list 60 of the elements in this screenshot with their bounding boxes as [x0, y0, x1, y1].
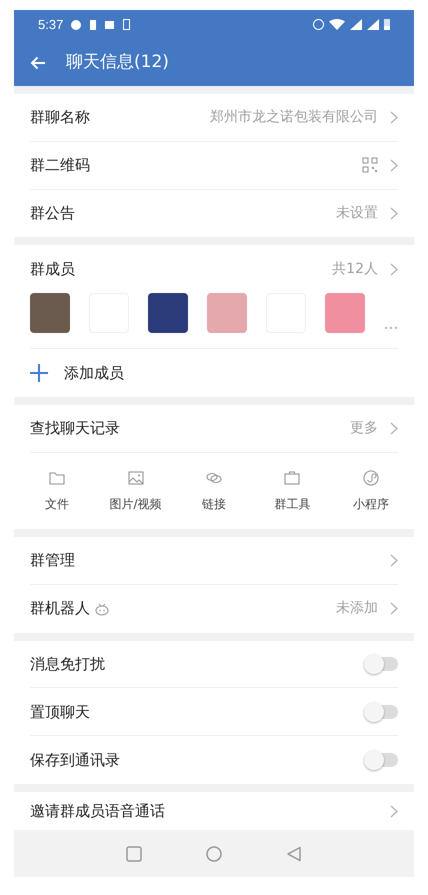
row-label[interactable]: 邀请群成员语音通话 — [30, 800, 165, 822]
add-member-row[interactable]: 添加成员 — [30, 349, 398, 398]
alarm-icon — [313, 19, 324, 30]
row-label: 保存到通讯录 — [30, 750, 120, 772]
add-member-label: 添加成员 — [64, 362, 124, 384]
row-label: 置顶聊天 — [30, 702, 90, 723]
battery-icon — [384, 19, 390, 30]
square-icon[interactable] — [126, 846, 142, 862]
row-label: 群聊名称 — [30, 107, 90, 128]
triangle-icon[interactable] — [286, 846, 302, 862]
toggle-switch[interactable] — [364, 657, 398, 672]
tool-shortcut[interactable]: 文件 — [25, 468, 90, 513]
briefcase-icon — [283, 468, 302, 487]
settings-row[interactable]: 群二维码 — [30, 142, 398, 190]
circle-icon[interactable] — [206, 846, 222, 862]
member-count: 共12人 — [332, 260, 378, 279]
row-label: 群机器人 — [30, 598, 90, 620]
row-value: 未设置 — [336, 204, 378, 224]
settings-row[interactable]: 消息免打扰 — [30, 640, 398, 688]
tool-label: 文件 — [45, 496, 70, 513]
chevron-icon — [390, 602, 398, 616]
row-label: 消息免打扰 — [30, 654, 105, 675]
chevron-icon — [390, 207, 398, 220]
phone-icon — [123, 19, 130, 30]
tool-label: 群工具 — [274, 496, 310, 513]
row-label: 群管理 — [30, 550, 75, 571]
toggle-switch[interactable] — [364, 704, 398, 719]
row-label: 群公告 — [30, 203, 75, 224]
tool-shortcut[interactable]: 图片/视频 — [104, 468, 168, 513]
tool-shortcut[interactable]: 链接 — [182, 468, 246, 513]
settings-row[interactable]: 群公告 未设置 — [30, 190, 398, 238]
qr-code-icon — [362, 157, 378, 174]
signal-icon — [367, 19, 379, 30]
row-label: 群成员 — [30, 259, 75, 280]
chevron-icon — [390, 158, 398, 172]
page-title: 聊天信息(12) — [66, 51, 169, 74]
status-time: 5:37 — [38, 16, 64, 34]
row-label: 查找聊天记录 — [30, 418, 120, 440]
avatar-placeholder[interactable] — [148, 293, 188, 334]
signal-icon — [350, 19, 362, 30]
chevron-icon — [390, 262, 398, 276]
row-label: 群二维码 — [30, 154, 90, 176]
tool-label: 图片/视频 — [110, 496, 162, 513]
plus-icon — [30, 364, 48, 382]
row-value: 未添加 — [336, 599, 378, 618]
robot-icon — [94, 602, 110, 616]
toggle-switch[interactable] — [364, 753, 398, 768]
row-value: 郑州市龙之诺包装有限公司 — [210, 108, 378, 127]
tool-shortcut[interactable]: 小程序 — [338, 468, 403, 513]
back-arrow-icon[interactable] — [30, 56, 46, 70]
chevron-icon — [390, 422, 398, 436]
chevron-icon — [390, 554, 398, 567]
wifi-icon — [329, 19, 345, 30]
tool-shortcut[interactable]: 群工具 — [260, 468, 324, 513]
chevron-icon — [390, 110, 398, 124]
avatar-placeholder[interactable] — [30, 293, 70, 334]
miniapp-icon — [362, 468, 380, 487]
tool-label: 链接 — [202, 496, 226, 513]
tool-label: 小程序 — [352, 496, 389, 513]
chevron-icon — [390, 804, 398, 818]
